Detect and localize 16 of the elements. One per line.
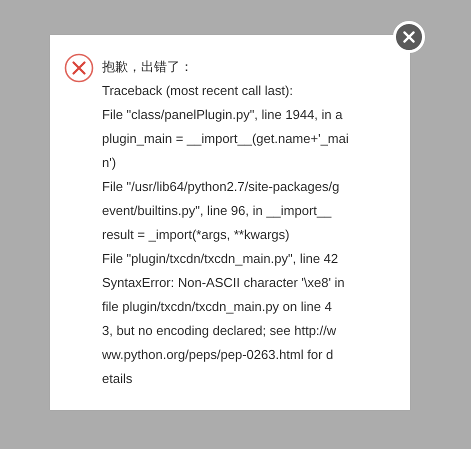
traceback-line: event/builtins.py", line 96, in __import__ xyxy=(102,202,332,220)
traceback-line: plugin_main = __import__(get.name+'_mai xyxy=(102,130,349,148)
close-icon xyxy=(403,31,415,43)
error-title: 抱歉，出错了： xyxy=(102,58,194,76)
traceback-line: ww.python.org/peps/pep-0263.html for d xyxy=(102,346,334,364)
traceback-line: etails xyxy=(102,370,134,388)
traceback-line: File "plugin/txcdn/txcdn_main.py", line 42 xyxy=(102,250,340,268)
traceback-line: SyntaxError: Non-ASCII character '\xe8' in xyxy=(102,274,346,292)
error-icon xyxy=(64,53,94,83)
traceback-line: File "/usr/lib64/python2.7/site-packages/g xyxy=(102,178,340,196)
traceback-line: Traceback (most recent call last): xyxy=(102,82,294,100)
traceback-line: file plugin/txcdn/txcdn_main.py on line 4 xyxy=(102,298,333,316)
traceback-line: File "class/panelPlugin.py", line 1944, in a xyxy=(102,106,344,124)
traceback-line: 3, but no encoding declared; see http://w xyxy=(102,322,338,340)
traceback-line: result = _import(*args, **kwargs) xyxy=(102,226,290,244)
traceback-line: n') xyxy=(102,154,118,172)
